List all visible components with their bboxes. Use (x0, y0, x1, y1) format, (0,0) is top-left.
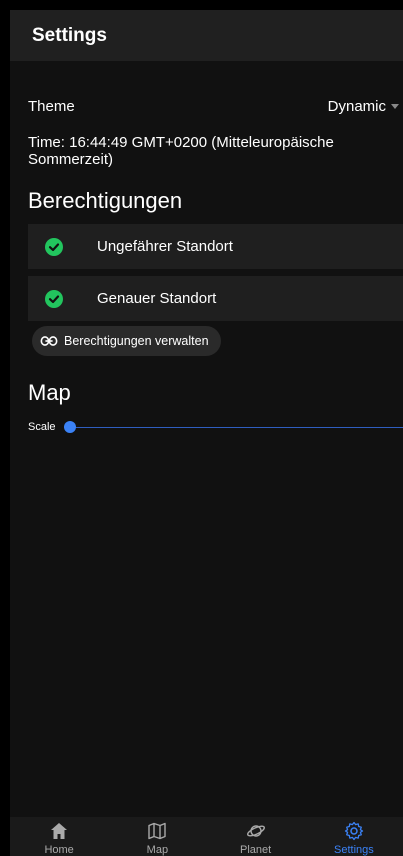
manage-permissions-button[interactable]: Berechtigungen verwalten (32, 326, 221, 356)
theme-value: Dynamic (327, 97, 386, 115)
nav-label: Settings (334, 844, 374, 856)
permission-label: Genauer Standort (97, 290, 217, 307)
check-circle-icon (45, 289, 63, 308)
scale-row: Scale (10, 421, 403, 433)
scale-label: Scale (28, 421, 56, 433)
nav-item-map[interactable]: Map (108, 817, 206, 856)
nav-label: Map (146, 844, 169, 856)
nav-item-home[interactable]: Home (10, 817, 108, 856)
nav-item-settings[interactable]: Settings (305, 817, 403, 856)
map-heading: Map (28, 380, 71, 405)
scale-slider[interactable] (63, 421, 403, 433)
nav-label: Planet (240, 844, 272, 856)
permission-label: Ungefährer Standort (97, 238, 233, 255)
permission-item-approximate-location: Ungefährer Standort (28, 224, 403, 269)
slider-thumb[interactable] (63, 421, 76, 433)
check-circle-icon (45, 237, 63, 256)
permissions-heading: Berechtigungen (28, 188, 183, 213)
nav-item-planet[interactable]: Planet (207, 817, 305, 856)
manage-permissions-label: Berechtigungen verwalten (64, 334, 209, 348)
theme-select[interactable]: Dynamic (328, 98, 403, 115)
permission-item-precise-location: Genauer Standort (28, 276, 403, 321)
app-screen: Settings Theme Dynamic Time: 16:44:49 GM… (10, 10, 403, 856)
theme-label: Theme (28, 97, 75, 115)
permissions-list: Ungefährer Standort Genauer Standort (10, 224, 403, 321)
map-icon (148, 822, 167, 840)
page-title: Settings (32, 24, 107, 46)
slider-track (63, 426, 403, 428)
gear-icon (344, 821, 364, 841)
app-bar: Settings (10, 10, 403, 61)
chevron-down-icon (391, 103, 399, 109)
link-icon (40, 336, 58, 346)
bottom-nav: Home Map Planet Settings (10, 817, 403, 856)
planet-icon (246, 825, 265, 837)
theme-row[interactable]: Theme Dynamic (10, 94, 403, 118)
time-text: Time: 16:44:49 GMT+0200 (Mitteleuropäisc… (28, 134, 334, 168)
nav-label: Home (44, 844, 74, 856)
home-icon (51, 823, 68, 839)
